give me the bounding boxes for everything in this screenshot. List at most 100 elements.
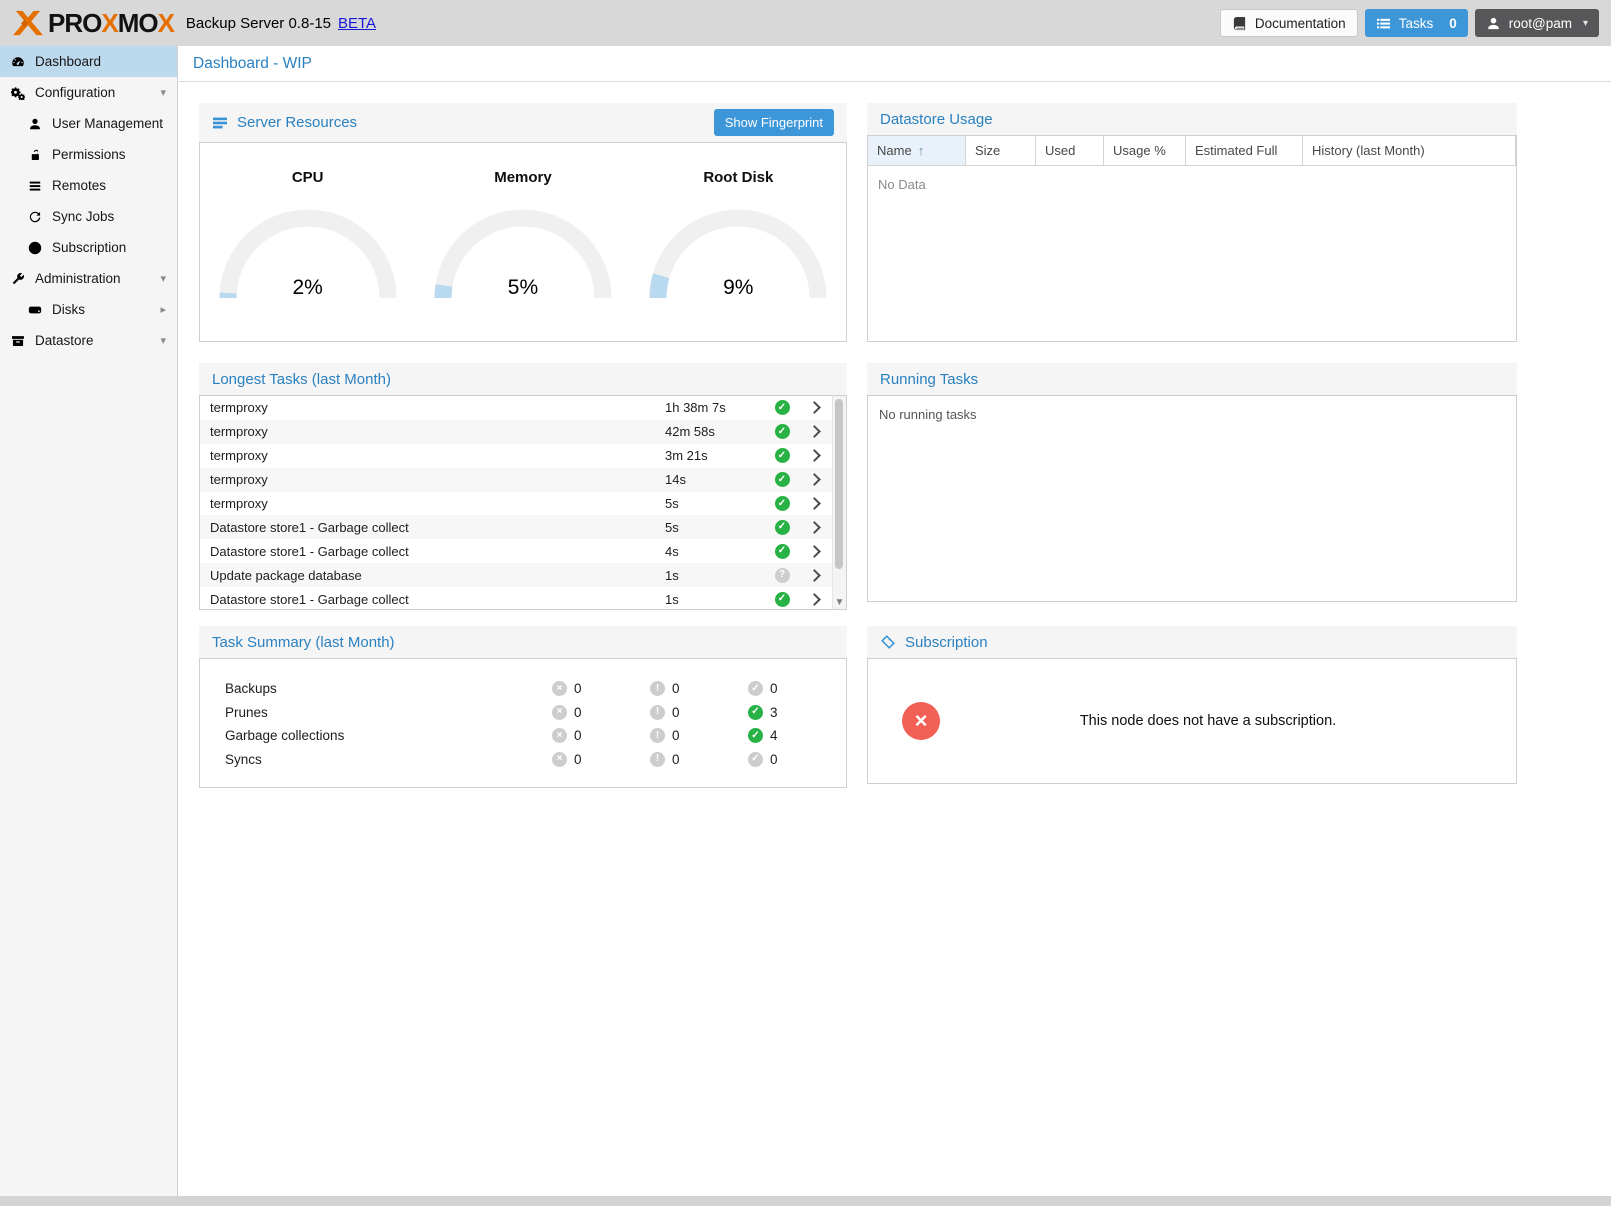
task-open-button[interactable] [799, 403, 833, 412]
task-open-button[interactable] [799, 571, 833, 580]
longest-tasks-title: Longest Tasks (last Month) [212, 371, 391, 388]
scrollbar-thumb[interactable] [835, 399, 843, 569]
count: 0 [574, 705, 582, 720]
tasks-button[interactable]: Tasks 0 [1365, 9, 1468, 37]
sidebar-item-label: Disks [52, 302, 85, 317]
task-row[interactable]: termproxy3m 21s✓ [200, 444, 833, 468]
chevron-right-icon[interactable]: ▸ [160, 303, 166, 316]
task-open-button[interactable] [799, 547, 833, 556]
show-fingerprint-button[interactable]: Show Fingerprint [714, 109, 834, 136]
datastore-usage-columns: Name↑SizeUsedUsage %Estimated Full Histor… [868, 136, 1516, 166]
column-header-used[interactable]: Used [1036, 136, 1104, 165]
sidebar-item-sync-jobs[interactable]: Sync Jobs [0, 201, 177, 232]
ok-cell: ✓3 [748, 705, 846, 720]
wrench-icon [10, 271, 26, 287]
task-row[interactable]: Datastore store1 - Garbage collect5s✓ [200, 515, 833, 539]
refresh-icon [27, 209, 43, 225]
datastore-usage-empty: No Data [868, 166, 1516, 203]
datastore-usage-header: Datastore Usage [867, 103, 1517, 135]
tasks-label: Tasks [1399, 16, 1434, 31]
task-duration: 5s [665, 520, 765, 535]
gauge-value: 9% [648, 276, 828, 300]
column-label: History (last Month) [1312, 143, 1425, 158]
task-name: termproxy [200, 496, 665, 511]
task-row[interactable]: termproxy1h 38m 7s✓ [200, 396, 833, 420]
warning-icon: ! [650, 681, 665, 696]
task-row[interactable]: termproxy42m 58s✓ [200, 420, 833, 444]
task-open-button[interactable] [799, 451, 833, 460]
chevron-right-icon [808, 497, 821, 510]
task-duration: 5s [665, 496, 765, 511]
column-header-name[interactable]: Name↑ [868, 136, 966, 165]
server-resources-title: Server Resources [237, 114, 357, 131]
task-duration: 14s [665, 472, 765, 487]
task-row[interactable]: termproxy14s✓ [200, 468, 833, 492]
summary-row-garbage-collections: Garbage collections×0!0✓4 [200, 724, 846, 748]
chevron-down-icon[interactable]: ▾ [160, 334, 166, 347]
hdd-icon [27, 302, 43, 318]
sidebar-item-user-management[interactable]: User Management [0, 108, 177, 139]
ok-icon: ✓ [748, 705, 763, 720]
beta-link[interactable]: BETA [338, 15, 376, 32]
column-header-usage-[interactable]: Usage % [1104, 136, 1186, 165]
gauge-value: 2% [218, 276, 398, 300]
sidebar-item-disks[interactable]: Disks ▸ [0, 294, 177, 325]
sidebar: Dashboard Configuration ▾ User ManagementPe… [0, 46, 178, 1196]
task-row[interactable]: Update package database1s? [200, 563, 833, 587]
task-row[interactable]: Datastore store1 - Garbage collect4s✓ [200, 539, 833, 563]
count: 0 [574, 752, 582, 767]
scrollbar[interactable]: ▼ [832, 396, 846, 609]
sidebar-item-permissions[interactable]: Permissions [0, 139, 177, 170]
ok-status-icon: ✓ [775, 544, 790, 559]
task-open-button[interactable] [799, 427, 833, 436]
datastore-usage-title: Datastore Usage [880, 111, 993, 128]
task-open-button[interactable] [799, 523, 833, 532]
task-open-button[interactable] [799, 499, 833, 508]
chevron-down-icon[interactable]: ▾ [160, 86, 166, 99]
count: 3 [770, 705, 778, 720]
chevron-down-icon[interactable]: ▾ [160, 272, 166, 285]
user-menu-button[interactable]: root@pam ▾ [1475, 9, 1599, 37]
count: 0 [672, 681, 680, 696]
sidebar-item-subscription[interactable]: Subscription [0, 232, 177, 263]
sidebar-item-label: Remotes [52, 178, 106, 193]
gauge-memory: Memory5% [415, 143, 630, 341]
task-open-button[interactable] [799, 595, 833, 604]
sidebar-item-administration[interactable]: Administration ▾ [0, 263, 177, 294]
sidebar-item-datastore[interactable]: Datastore▾ [0, 325, 177, 356]
count: 0 [574, 728, 582, 743]
server-resources-header: Server Resources Show Fingerprint [199, 103, 847, 142]
gauge-arc: 9% [648, 206, 828, 302]
sidebar-item-remotes[interactable]: Remotes [0, 170, 177, 201]
ok-icon: ✓ [748, 681, 763, 696]
column-header-history-last-month-[interactable]: History (last Month) [1303, 136, 1516, 165]
ok-icon: ✓ [748, 752, 763, 767]
topbar: PROXMOX Backup Server 0.8-15 BETA Docume… [0, 0, 1611, 46]
gears-icon [10, 85, 26, 101]
error-cell: ×0 [552, 752, 650, 767]
page-title: Dashboard - WIP [179, 46, 1611, 82]
column-header-estimated-full[interactable]: Estimated Full [1186, 136, 1303, 165]
scrollbar-down-icon[interactable]: ▼ [833, 597, 846, 608]
running-tasks-panel: Running Tasks No running tasks [867, 363, 1517, 602]
sidebar-item-dashboard[interactable]: Dashboard [0, 46, 177, 77]
subscription-panel: Subscription × This node does not have a… [867, 626, 1517, 784]
warning-cell: !0 [650, 681, 748, 696]
running-tasks-header: Running Tasks [867, 363, 1517, 395]
documentation-button[interactable]: Documentation [1220, 9, 1358, 37]
column-header-size[interactable]: Size [966, 136, 1036, 165]
proxmox-x-icon [12, 9, 44, 37]
column-label: Name [877, 143, 912, 158]
life-ring-icon [27, 240, 43, 256]
sidebar-item-configuration[interactable]: Configuration ▾ [0, 77, 177, 108]
task-row[interactable]: Datastore store1 - Garbage collect1s✓ [200, 587, 833, 610]
sidebar-item-label: Configuration [35, 85, 115, 100]
longest-tasks-rows: termproxy1h 38m 7s✓termproxy42m 58s✓term… [200, 396, 833, 609]
ok-status-icon: ✓ [775, 496, 790, 511]
product-version: Backup Server 0.8-15 [186, 15, 331, 32]
task-open-button[interactable] [799, 475, 833, 484]
longest-tasks-header: Longest Tasks (last Month) [199, 363, 847, 395]
sidebar-item-label: Administration [35, 271, 121, 286]
task-row[interactable]: termproxy5s ✓ [200, 492, 833, 516]
topbar-actions: Documentation Tasks 0 root@pam ▾ [1220, 9, 1599, 37]
